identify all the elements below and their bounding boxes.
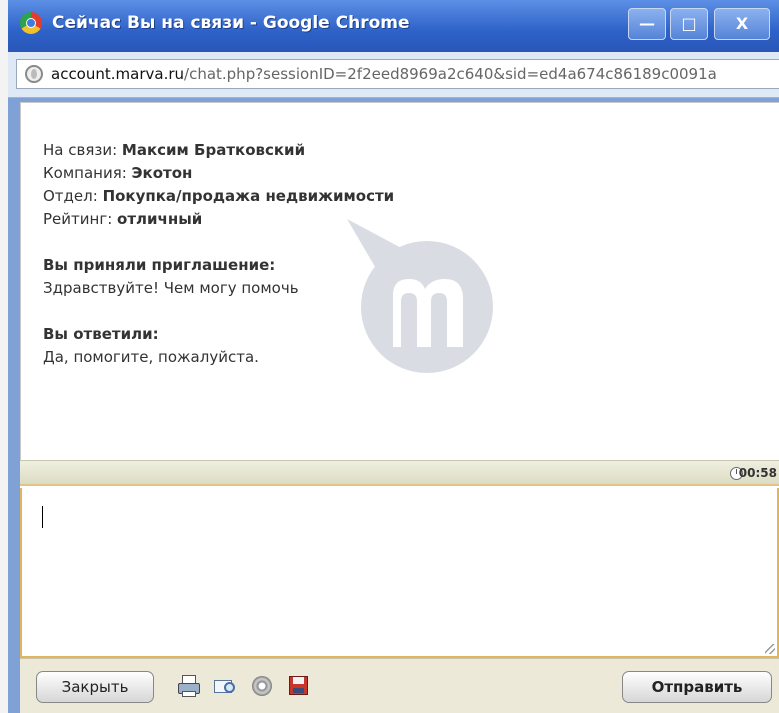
department-label: Отдел:	[43, 187, 103, 205]
chat-info: На связи: Максим Братковский Компания: Э…	[43, 139, 394, 369]
company-label: Компания:	[43, 164, 132, 182]
url-path: /chat.php?sessionID=2f2eed8969a2c640&sid…	[184, 65, 717, 83]
window-title: Сейчас Вы на связи - Google Chrome	[52, 13, 410, 33]
bottom-toolbar: Закрыть Отправить	[20, 658, 779, 713]
message-input[interactable]	[20, 488, 779, 658]
email-transcript-icon[interactable]	[212, 673, 238, 699]
chat-content: На связи: Максим Братковский Компания: Э…	[20, 102, 779, 713]
info-rating: Рейтинг: отличный	[43, 208, 394, 231]
department-name: Покупка/продажа недвижимости	[102, 187, 395, 205]
text-caret	[42, 506, 43, 528]
rating-label: Рейтинг:	[43, 210, 118, 228]
company-name: Экотон	[131, 164, 193, 182]
close-window-button[interactable]: X	[714, 8, 770, 40]
maximize-button[interactable]: □	[670, 8, 708, 40]
resize-handle-icon[interactable]	[765, 644, 775, 654]
message-text: Здравствуйте! Чем могу помочь	[43, 279, 299, 297]
rating-value: отличный	[117, 210, 203, 228]
minimize-button[interactable]: —	[628, 8, 666, 40]
url-host: account.marva.ru	[51, 65, 185, 83]
send-button[interactable]: Отправить	[622, 671, 772, 703]
message-header-text: Вы ответили:	[43, 325, 159, 343]
chat-log: На связи: Максим Братковский Компания: Э…	[20, 102, 779, 460]
save-icon[interactable]	[286, 673, 312, 699]
globe-icon	[25, 65, 43, 83]
print-icon[interactable]	[176, 673, 202, 699]
sound-icon[interactable]	[250, 673, 276, 699]
chat-timer: 00:58	[738, 466, 777, 480]
title-bar[interactable]: Сейчас Вы на связи - Google Chrome — □ X	[8, 0, 779, 52]
operator-name: Максим Братковский	[121, 141, 306, 159]
status-bar: 00:58	[20, 460, 779, 486]
info-company: Компания: Экотон	[43, 162, 394, 185]
info-operator: На связи: Максим Братковский	[43, 139, 394, 162]
url-text: account.marva.ru/chat.php?sessionID=2f2e…	[51, 65, 717, 83]
message-header: Вы ответили:	[43, 323, 394, 346]
message-text: Да, помогите, пожалуйста.	[43, 348, 259, 366]
chrome-icon	[20, 12, 42, 34]
close-chat-button[interactable]: Закрыть	[36, 671, 154, 703]
address-bar: account.marva.ru/chat.php?sessionID=2f2e…	[8, 52, 779, 98]
operator-label: На связи:	[43, 141, 122, 159]
url-field[interactable]: account.marva.ru/chat.php?sessionID=2f2e…	[16, 59, 779, 89]
message-header: Вы приняли приглашение:	[43, 254, 394, 277]
message-header-text: Вы приняли приглашение:	[43, 256, 276, 274]
info-department: Отдел: Покупка/продажа недвижимости	[43, 185, 394, 208]
